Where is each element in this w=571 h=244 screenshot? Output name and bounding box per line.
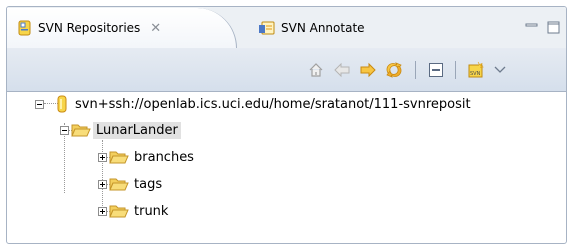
svn-repositories-view: SVN Repositories ✕ SVN Annotate SVN svn+…	[6, 6, 567, 244]
tree-item-folder[interactable]: branches	[98, 145, 197, 169]
expand-toggle-icon[interactable]	[98, 179, 107, 189]
collapse-all-icon[interactable]	[425, 59, 447, 81]
forward-arrow-icon[interactable]	[357, 59, 379, 81]
back-arrow-icon[interactable]	[331, 59, 353, 81]
tab-label: SVN Repositories	[38, 21, 141, 35]
new-repository-location-icon[interactable]: SVN	[465, 59, 487, 81]
tree-item-folder[interactable]: tags	[98, 172, 165, 196]
close-icon[interactable]: ✕	[150, 21, 161, 36]
folder-open-icon	[109, 151, 129, 164]
view-toolbar: SVN	[7, 48, 566, 92]
folder-open-icon	[109, 178, 129, 191]
tab-svn-annotate[interactable]: SVN Annotate	[250, 8, 410, 48]
minimize-icon[interactable]	[525, 21, 538, 34]
tree-item-repository[interactable]: svn+ssh://openlab.ics.uci.edu/home/srata…	[35, 92, 474, 116]
project-label: LunarLander	[93, 121, 181, 139]
collapse-toggle-icon[interactable]	[35, 99, 44, 109]
tree-item-project[interactable]: LunarLander	[60, 118, 181, 142]
repository-icon	[18, 20, 31, 36]
svg-text:SVN: SVN	[470, 71, 481, 77]
expand-toggle-icon[interactable]	[98, 206, 107, 216]
folder-open-icon	[109, 205, 129, 218]
annotate-icon	[259, 21, 275, 35]
folder-label: tags	[134, 176, 163, 192]
repository-tree: svn+ssh://openlab.ics.uci.edu/home/srata…	[7, 92, 566, 243]
folder-open-icon	[71, 124, 91, 137]
home-icon[interactable]	[305, 59, 327, 81]
refresh-icon[interactable]	[383, 59, 405, 81]
tab-bar: SVN Repositories ✕ SVN Annotate	[7, 7, 566, 48]
folder-label: branches	[134, 149, 194, 165]
tab-svn-repositories[interactable]: SVN Repositories ✕	[7, 8, 237, 48]
view-menu-icon[interactable]	[489, 59, 511, 81]
tree-item-folder[interactable]: trunk	[98, 199, 171, 223]
folder-label: trunk	[134, 203, 169, 219]
tab-label: SVN Annotate	[281, 21, 365, 35]
expand-toggle-icon[interactable]	[98, 152, 107, 162]
collapse-toggle-icon[interactable]	[60, 125, 69, 135]
repository-url: svn+ssh://openlab.ics.uci.edu/home/srata…	[75, 96, 471, 112]
maximize-icon[interactable]	[547, 21, 560, 34]
repository-icon	[57, 95, 67, 113]
